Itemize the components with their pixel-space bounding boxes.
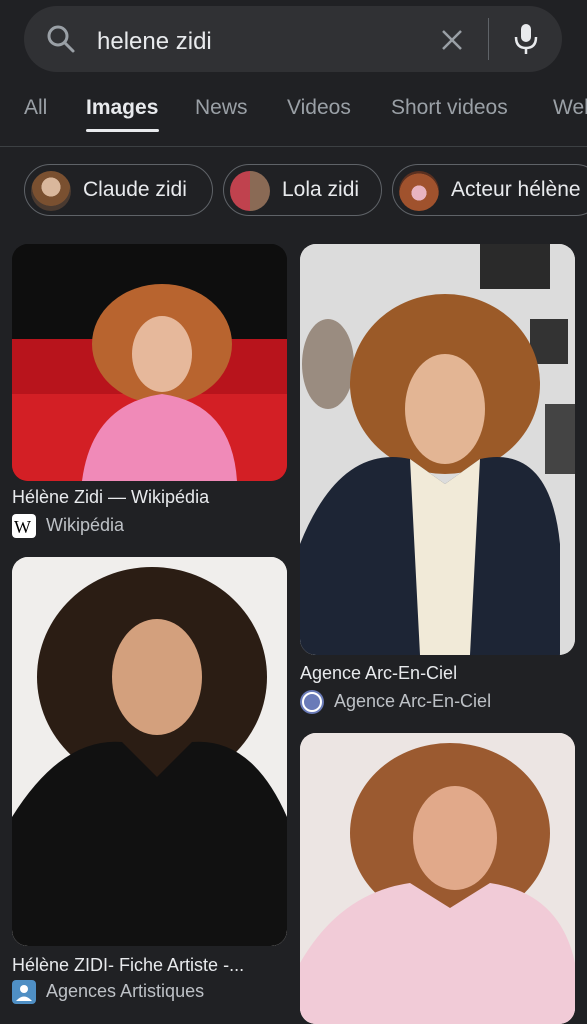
image-result[interactable] [300,733,575,1024]
wikipedia-icon: W [12,514,36,538]
chip-thumbnail [31,171,71,211]
result-image [300,244,575,655]
search-input[interactable]: helene zidi [97,28,212,56]
search-tabs: All Images News Videos Short videos Web [0,86,587,144]
tab-all[interactable]: All [24,96,47,120]
related-search-chip[interactable]: Lola zidi [223,164,382,216]
result-image [12,557,287,946]
chip-label: Lola zidi [282,178,360,201]
result-image [300,733,575,1024]
tab-images[interactable]: Images [86,96,158,120]
image-result[interactable] [300,244,575,655]
chip-thumbnail [399,171,439,211]
related-search-chip[interactable]: Acteur hélène [392,164,587,216]
result-title[interactable]: Agence Arc-En-Ciel [300,663,457,684]
clear-icon[interactable] [440,28,464,57]
tab-videos[interactable]: Videos [287,96,351,120]
search-bar[interactable]: helene zidi [24,6,562,72]
result-source[interactable]: Wikipédia [46,515,124,536]
tab-short-videos[interactable]: Short videos [391,96,508,120]
chip-label: Claude zidi [83,178,187,201]
tab-news[interactable]: News [195,96,248,120]
microphone-icon[interactable] [513,22,539,61]
chip-thumbnail [230,171,270,211]
image-result[interactable] [12,557,287,946]
search-icon [46,24,76,59]
chip-label: Acteur hélène [451,178,581,201]
search-divider [488,18,489,60]
image-result[interactable] [12,244,287,481]
globe-icon [300,690,324,714]
result-title[interactable]: Hélène ZIDI- Fiche Artiste -... [12,955,244,976]
active-tab-indicator [86,129,159,132]
tabs-divider [0,146,587,147]
result-source[interactable]: Agences Artistiques [46,981,204,1002]
person-icon [12,980,36,1004]
result-source[interactable]: Agence Arc-En-Ciel [334,691,491,712]
result-title[interactable]: Hélène Zidi — Wikipédia [12,487,209,508]
related-search-chip[interactable]: Claude zidi [24,164,213,216]
result-image [12,244,287,481]
tab-web[interactable]: Web [553,96,587,120]
svg-text:W: W [14,517,31,537]
